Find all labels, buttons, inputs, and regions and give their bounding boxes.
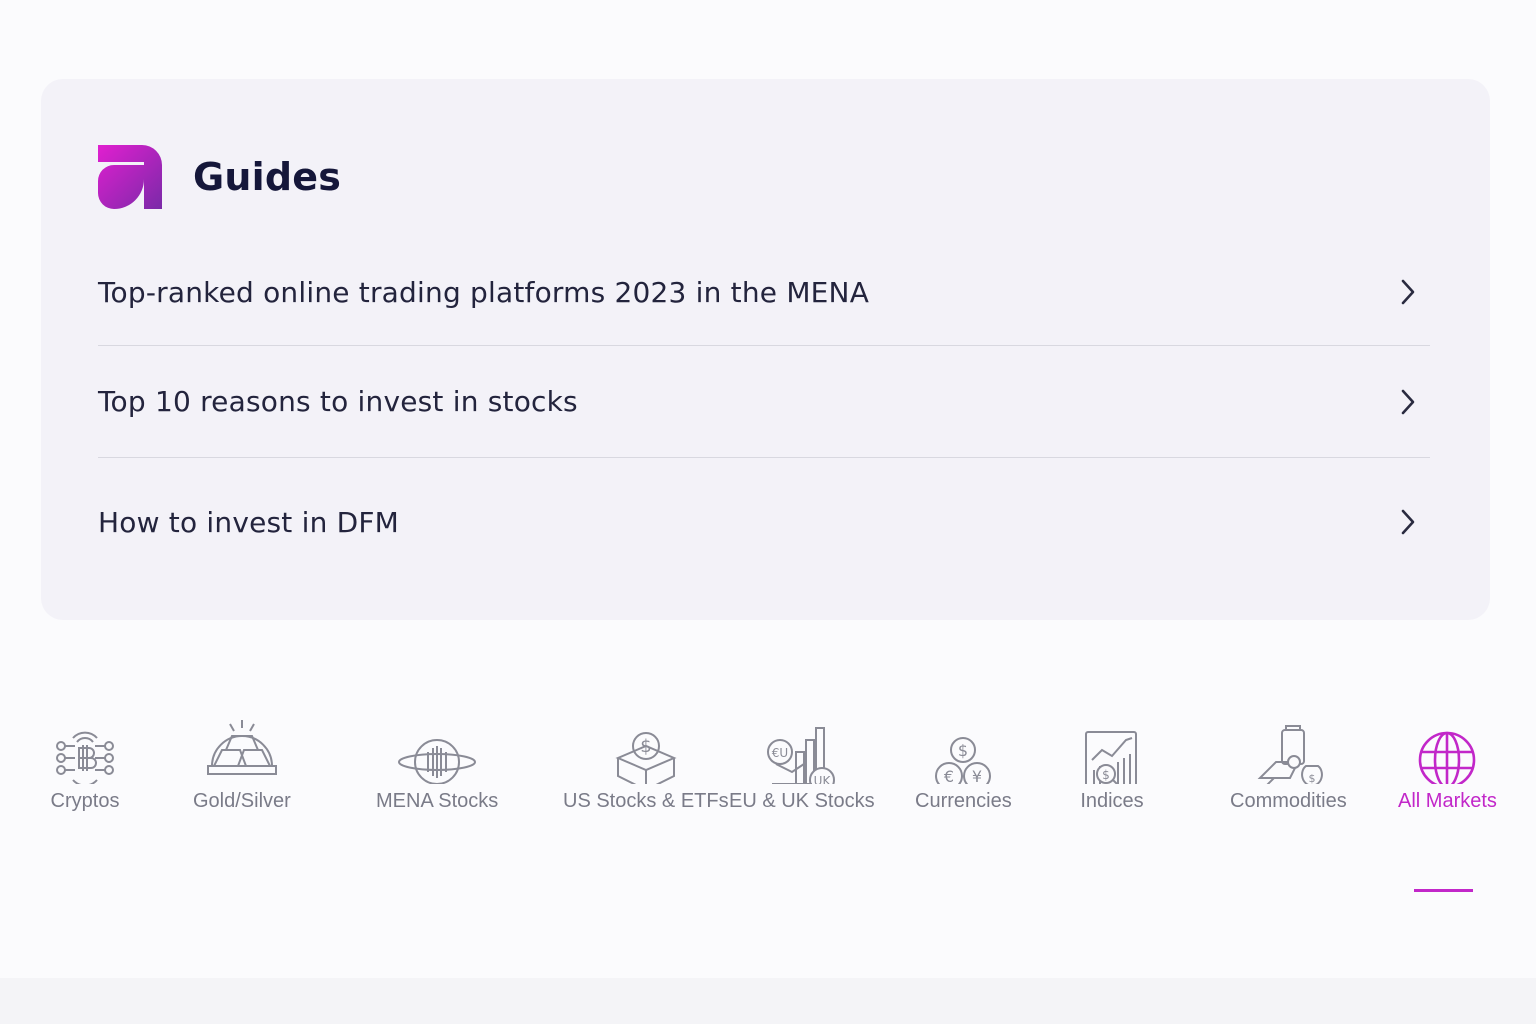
indices-chart-icon: $	[1085, 731, 1137, 784]
chevron-right-icon	[1401, 509, 1415, 535]
globe-icon	[1419, 731, 1476, 784]
eu-uk-chart-icon: €U UK	[766, 727, 835, 784]
svg-text:$: $	[958, 741, 968, 760]
tab-all-markets[interactable]: All Markets	[1398, 700, 1497, 813]
guide-list: Top-ranked online trading platforms 2023…	[98, 239, 1430, 586]
gold-bars-icon	[206, 720, 277, 775]
svg-text:$: $	[1102, 768, 1110, 782]
tab-gold-silver[interactable]: Gold/Silver	[193, 700, 291, 813]
tab-label: Currencies	[915, 790, 1012, 812]
guides-card: Guides Top-ranked online trading platfor…	[41, 79, 1490, 620]
guide-item-reasons-stocks[interactable]: Top 10 reasons to invest in stocks	[98, 346, 1430, 458]
guides-header: Guides	[98, 145, 341, 209]
tab-label: Indices	[1080, 790, 1144, 812]
currency-coins-icon: $ € ¥	[935, 737, 992, 784]
guides-title: Guides	[193, 155, 342, 199]
tab-cryptos[interactable]: Cryptos	[43, 700, 127, 813]
dollar-box-icon: $	[615, 732, 677, 784]
svg-text:¥: ¥	[972, 767, 982, 784]
tab-label: Cryptos	[50, 790, 120, 812]
chevron-right-icon	[1401, 279, 1415, 305]
tab-eu-uk-stocks[interactable]: €U UK EU & UK Stocks	[729, 700, 875, 813]
svg-text:€U: €U	[772, 746, 788, 760]
active-tab-indicator	[1414, 889, 1473, 892]
mena-stocks-icon	[398, 739, 477, 784]
chevron-right-icon	[1401, 389, 1415, 414]
tab-indices[interactable]: $ Indices	[1070, 700, 1154, 813]
svg-text:€: €	[944, 767, 954, 784]
svg-text:$: $	[1309, 772, 1316, 784]
tab-us-stocks-etfs[interactable]: $ US Stocks & ETFs	[563, 700, 729, 813]
guide-item-label: Top 10 reasons to invest in stocks	[98, 385, 578, 418]
tab-label: MENA Stocks	[376, 790, 499, 812]
footer-strip	[0, 978, 1536, 1024]
guide-item-trading-platforms[interactable]: Top-ranked online trading platforms 2023…	[98, 239, 1430, 346]
guide-item-invest-dfm[interactable]: How to invest in DFM	[98, 458, 1430, 586]
tab-label: Gold/Silver	[193, 790, 291, 812]
tab-label: Commodities	[1230, 790, 1347, 812]
tab-currencies[interactable]: $ € ¥ Currencies	[915, 700, 1012, 813]
market-tabs: Cryptos Gold/Silver MENA Stocks $ US Sto…	[0, 700, 1536, 900]
crypto-icon	[56, 731, 114, 784]
tab-label: US Stocks & ETFs	[563, 790, 729, 812]
tab-label: All Markets	[1398, 790, 1497, 812]
svg-text:UK: UK	[813, 774, 831, 784]
brand-logo-icon	[98, 145, 162, 209]
tab-label: EU & UK Stocks	[729, 790, 875, 812]
tab-mena-stocks[interactable]: MENA Stocks	[376, 700, 498, 813]
commodities-icon: $	[1257, 725, 1324, 784]
guide-item-label: How to invest in DFM	[98, 505, 400, 539]
guide-item-label: Top-ranked online trading platforms 2023…	[98, 275, 870, 309]
tab-commodities[interactable]: $ Commodities	[1230, 700, 1347, 813]
